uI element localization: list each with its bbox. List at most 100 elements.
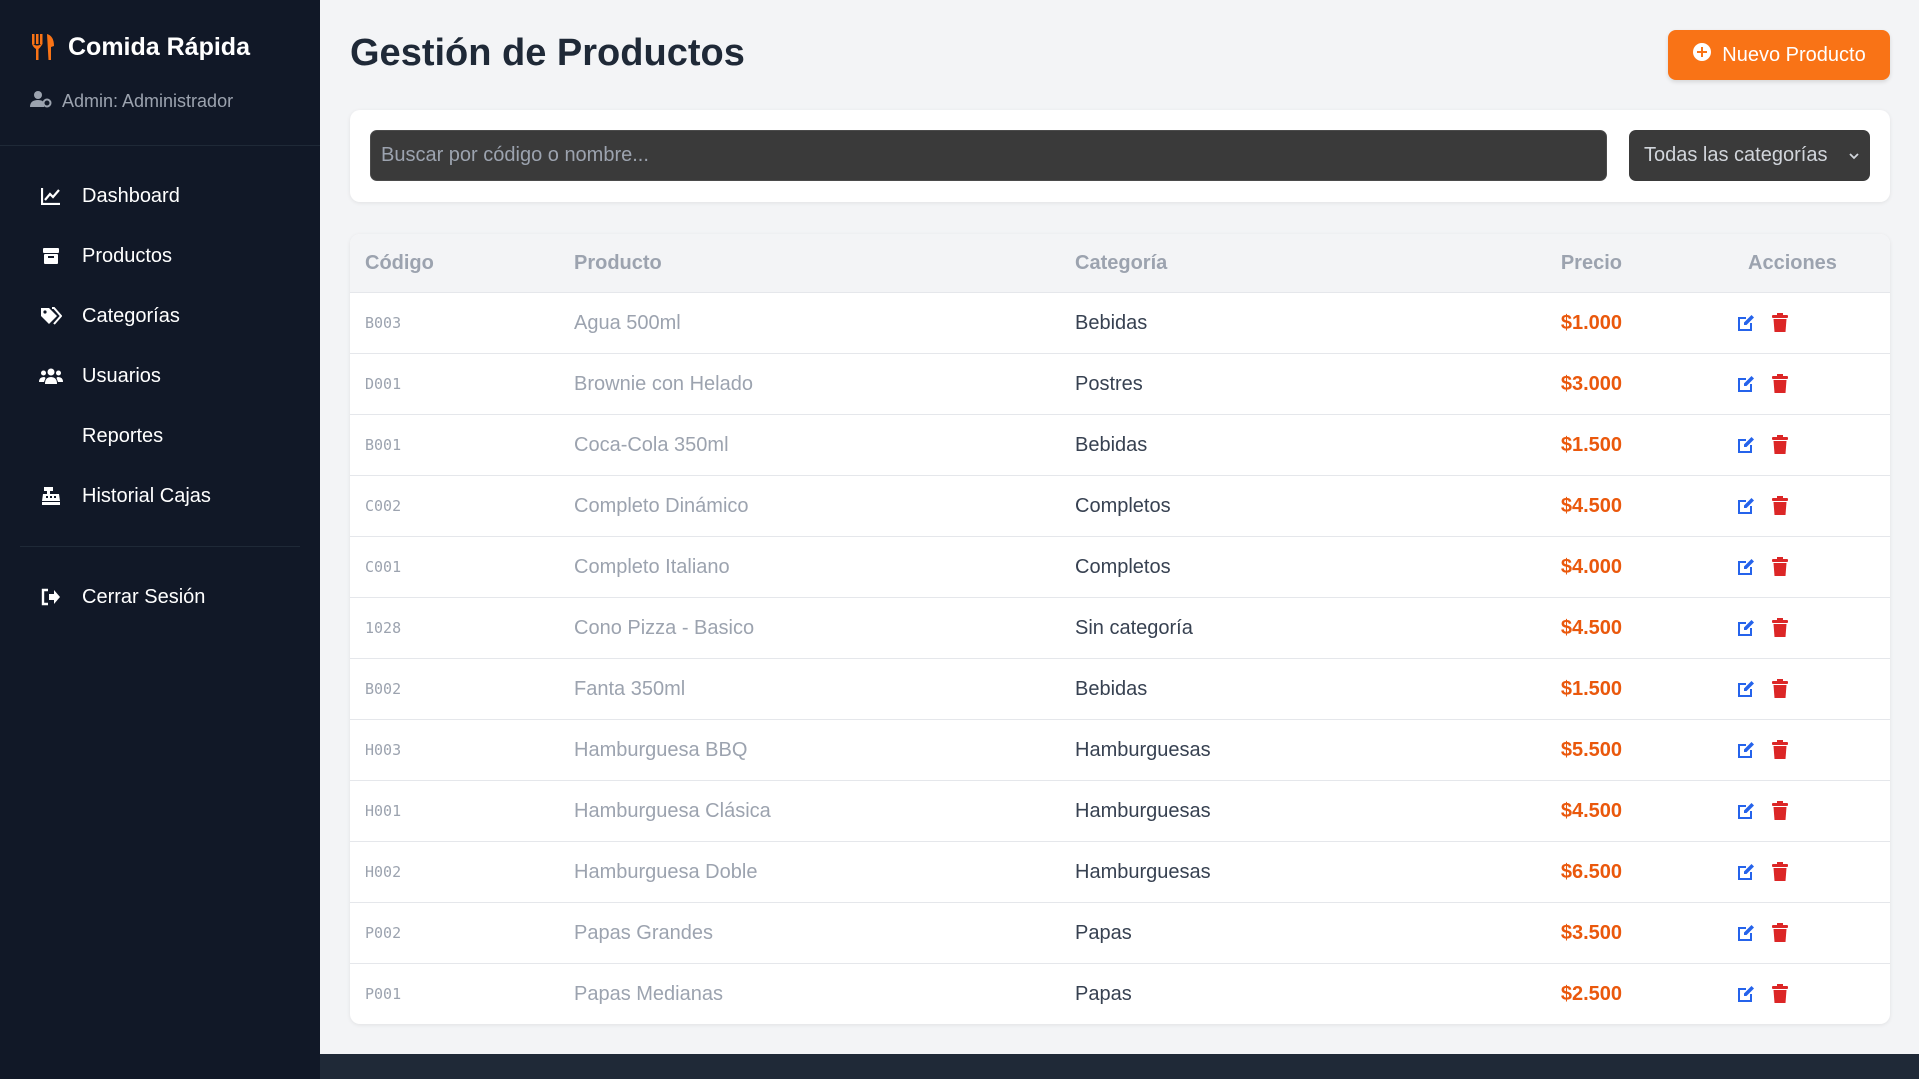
column-header-product: Producto	[574, 251, 662, 274]
edit-icon[interactable]	[1735, 739, 1757, 761]
edit-icon[interactable]	[1735, 556, 1757, 578]
edit-icon[interactable]	[1735, 678, 1757, 700]
cell-code: B001	[365, 436, 402, 454]
cell-actions	[1735, 678, 1791, 700]
cell-category: Papas	[1075, 982, 1132, 1005]
cell-actions	[1735, 617, 1791, 639]
sidebar-item-categorias[interactable]: Categorías	[20, 292, 300, 340]
cell-actions	[1735, 739, 1791, 761]
users-icon	[38, 363, 64, 389]
table-row: H002 Hamburguesa Doble Hamburguesas $6.500	[350, 841, 1890, 902]
chevron-down-icon	[1848, 147, 1860, 170]
cell-product: Coca-Cola 350ml	[574, 433, 729, 456]
cell-category: Sin categoría	[1075, 616, 1193, 639]
category-select-value: Todas las categorías	[1644, 144, 1828, 166]
cell-price: $3.000	[1560, 372, 1622, 395]
edit-icon[interactable]	[1735, 861, 1757, 883]
cell-code: H001	[365, 802, 402, 820]
cell-actions	[1735, 312, 1791, 334]
table-row: H003 Hamburguesa BBQ Hamburguesas $5.500	[350, 719, 1890, 780]
trash-icon[interactable]	[1769, 617, 1791, 639]
admin-text: Admin: Administrador	[62, 91, 234, 111]
sidebar-divider	[20, 546, 300, 547]
cell-price: $3.500	[1560, 921, 1622, 944]
table-row: P002 Papas Grandes Papas $3.500	[350, 902, 1890, 963]
user-gear-icon	[30, 90, 52, 113]
edit-icon[interactable]	[1735, 434, 1757, 456]
edit-icon[interactable]	[1735, 495, 1757, 517]
cell-category: Bebidas	[1075, 677, 1148, 700]
trash-icon[interactable]	[1769, 678, 1791, 700]
cell-code: D001	[365, 375, 402, 393]
trash-icon[interactable]	[1769, 434, 1791, 456]
trash-icon[interactable]	[1769, 739, 1791, 761]
cell-category: Postres	[1075, 372, 1143, 395]
main-content: Gestión de Productos Nuevo Producto Busc…	[320, 0, 1919, 1079]
table-row: H001 Hamburguesa Clásica Hamburguesas $4.50…	[350, 780, 1890, 841]
sidebar-item-productos[interactable]: Productos	[20, 232, 300, 280]
sign-out-icon	[38, 584, 64, 610]
cell-price: $4.500	[1560, 799, 1622, 822]
cell-actions	[1735, 861, 1791, 883]
sidebar-item-label: Productos	[82, 244, 173, 267]
cell-category: Completos	[1075, 555, 1171, 578]
table-row: P001 Papas Medianas Papas $2.500	[350, 963, 1890, 1024]
search-placeholder: Buscar por código o nombre...	[381, 144, 649, 166]
new-product-button[interactable]: Nuevo Producto	[1668, 30, 1890, 80]
sidebar-item-usuarios[interactable]: Usuarios	[20, 352, 300, 400]
tags-icon	[38, 303, 64, 329]
cell-product: Hamburguesa BBQ	[574, 738, 748, 761]
trash-icon[interactable]	[1769, 800, 1791, 822]
column-header-actions: Acciones	[1748, 251, 1837, 274]
cell-actions	[1735, 373, 1791, 395]
cell-product: Papas Medianas	[574, 982, 723, 1005]
logout-label: Cerrar Sesión	[82, 585, 206, 608]
edit-icon[interactable]	[1735, 373, 1757, 395]
edit-icon[interactable]	[1735, 922, 1757, 944]
cell-product: Fanta 350ml	[574, 677, 686, 700]
cell-price: $4.500	[1560, 494, 1622, 517]
sidebar-item-historial-cajas[interactable]: Historial Cajas	[20, 472, 300, 520]
edit-icon[interactable]	[1735, 983, 1757, 1005]
cell-product: Brownie con Helado	[574, 372, 753, 395]
cell-actions	[1735, 556, 1791, 578]
cell-price: $4.500	[1560, 616, 1622, 639]
cell-code: B003	[365, 314, 402, 332]
sidebar-item-reportes[interactable]: Reportes	[20, 412, 300, 460]
sidebar-divider	[0, 145, 320, 146]
edit-icon[interactable]	[1735, 312, 1757, 334]
sidebar-item-label: Historial Cajas	[82, 484, 211, 507]
cell-product: Completo Italiano	[574, 555, 730, 578]
cell-product: Hamburguesa Doble	[574, 860, 758, 883]
cell-category: Hamburguesas	[1075, 860, 1211, 883]
trash-icon[interactable]	[1769, 556, 1791, 578]
category-select[interactable]: Todas las categorías	[1629, 130, 1870, 181]
cell-code: H003	[365, 741, 402, 759]
cell-category: Completos	[1075, 494, 1171, 517]
sidebar-item-label: Usuarios	[82, 364, 161, 387]
bottom-bar	[320, 1054, 1919, 1079]
logout-button[interactable]: Cerrar Sesión	[20, 573, 300, 621]
edit-icon[interactable]	[1735, 800, 1757, 822]
search-input[interactable]: Buscar por código o nombre...	[370, 130, 1607, 181]
cell-actions	[1735, 983, 1791, 1005]
trash-icon[interactable]	[1769, 373, 1791, 395]
table-row: D001 Brownie con Helado Postres $3.000	[350, 353, 1890, 414]
trash-icon[interactable]	[1769, 922, 1791, 944]
trash-icon[interactable]	[1769, 861, 1791, 883]
edit-icon[interactable]	[1735, 617, 1757, 639]
table-row: B002 Fanta 350ml Bebidas $1.500	[350, 658, 1890, 719]
trash-icon[interactable]	[1769, 312, 1791, 334]
page-title: Gestión de Productos	[350, 32, 745, 74]
cell-code: B002	[365, 680, 402, 698]
trash-icon[interactable]	[1769, 495, 1791, 517]
table-row: 1028 Cono Pizza - Basico Sin categoría $4.5…	[350, 597, 1890, 658]
sidebar-item-dashboard[interactable]: Dashboard	[20, 172, 300, 220]
trash-icon[interactable]	[1769, 983, 1791, 1005]
cell-category: Hamburguesas	[1075, 738, 1211, 761]
cell-code: 1028	[365, 619, 402, 637]
box-icon	[38, 243, 64, 269]
cell-price: $1.000	[1560, 311, 1622, 334]
products-table: Código Producto Categoría Precio Accione…	[350, 234, 1890, 1024]
cell-actions	[1735, 495, 1791, 517]
